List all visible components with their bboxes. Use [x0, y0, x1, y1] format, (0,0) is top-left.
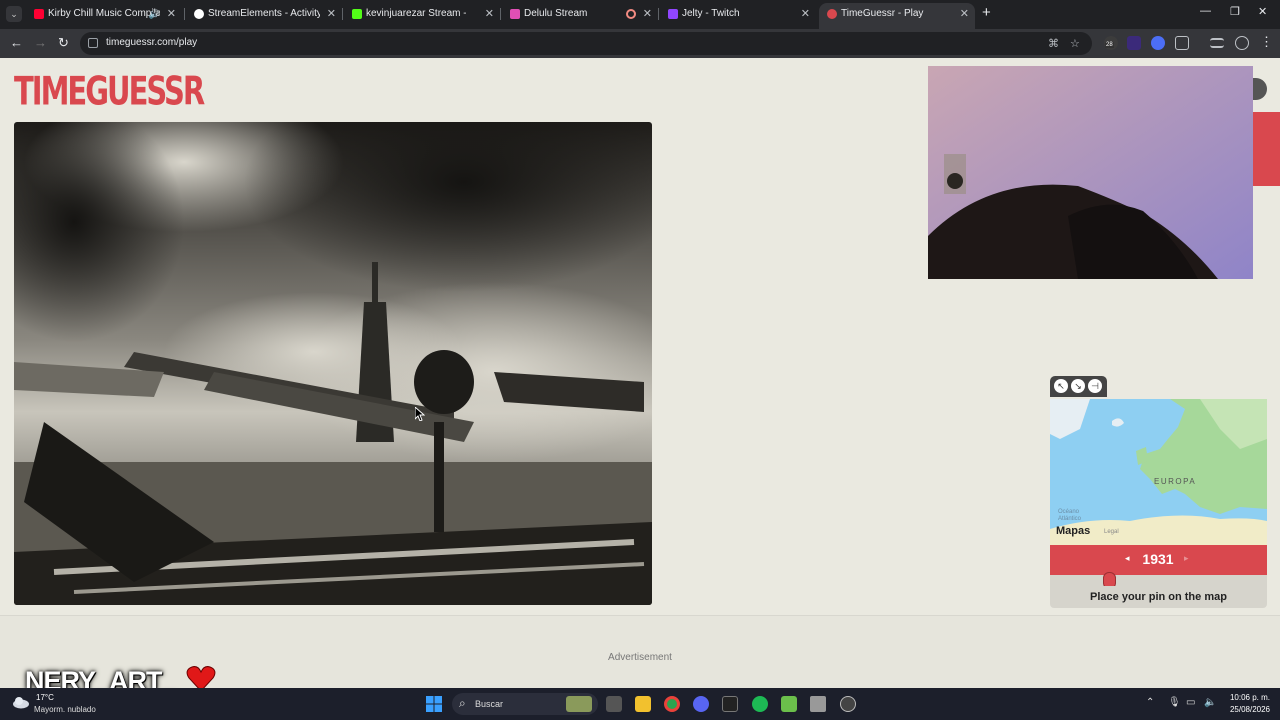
temperature: 17°C	[36, 693, 54, 702]
close-icon[interactable]: ✕	[643, 3, 652, 25]
year-selector: ◂ 1931 ▸	[1050, 545, 1267, 575]
media-control-icon[interactable]	[1210, 38, 1224, 48]
clock-time: 10:06 p. m.	[1229, 693, 1270, 702]
streamer-webcam	[928, 66, 1253, 279]
close-icon[interactable]: ✕	[485, 3, 494, 25]
system-clock[interactable]: 10:06 p. m. 25/08/2026	[1220, 692, 1270, 716]
mouse-cursor-icon	[415, 407, 425, 421]
forward-icon[interactable]: →	[34, 35, 47, 50]
reload-icon[interactable]: ↻	[58, 35, 69, 51]
file-explorer-icon[interactable]	[635, 696, 651, 712]
delulu-icon	[510, 9, 520, 19]
tab-title: Kirby Chill Music Compilation	[48, 8, 160, 19]
close-icon[interactable]: ✕	[327, 3, 336, 25]
tab-strip: ⌄ Kirby Chill Music Compilation 🔊 ✕ Stre…	[0, 0, 1280, 29]
url-text: timeguessr.com/play	[106, 37, 198, 48]
search-highlight-icon	[566, 696, 592, 712]
tab-twitch[interactable]: Jelty - Twitch ✕	[660, 3, 816, 29]
timeguessr-logo[interactable]: TIMEGUESSR	[14, 68, 205, 122]
tab-delulu[interactable]: Delulu Stream ✕	[502, 3, 658, 29]
discord-icon[interactable]	[693, 696, 709, 712]
cloudy-weather-icon[interactable]	[12, 695, 30, 709]
spotify-icon[interactable]	[752, 696, 768, 712]
shrink-map-icon[interactable]: ↘	[1071, 379, 1085, 393]
windows-start-icon[interactable]	[426, 696, 442, 712]
browser-toolbar: ← → ↻ timeguessr.com/play ⌘ ☆ 28 ⋮	[0, 29, 1280, 58]
tab-kirby[interactable]: Kirby Chill Music Compilation 🔊 ✕	[26, 3, 182, 29]
volume-icon[interactable]: 🔈	[1204, 697, 1216, 708]
tab-streamelements[interactable]: StreamElements - Activity feed ✕	[186, 3, 342, 29]
tab-kick[interactable]: kevinjuarezar Stream - Watch Live ✕	[344, 3, 500, 29]
kick-icon	[352, 9, 362, 19]
apple-maps-attribution: Mapas	[1056, 525, 1091, 537]
speaker-icon[interactable]: 🔊	[149, 3, 160, 25]
pin-map-icon[interactable]: ⊣	[1088, 379, 1102, 393]
tray-expand-icon[interactable]: ⌃	[1146, 697, 1154, 708]
extension-badge: 28	[1105, 42, 1114, 48]
taskbar-search[interactable]: ⌕ Buscar	[452, 693, 598, 715]
twitch-icon	[668, 9, 678, 19]
task-view-icon[interactable]	[606, 696, 622, 712]
extension-icon[interactable]	[1151, 36, 1165, 50]
address-bar[interactable]: timeguessr.com/play ⌘ ☆	[80, 32, 1092, 55]
app-icon[interactable]	[810, 696, 826, 712]
bookmark-star-icon[interactable]: ☆	[1070, 37, 1080, 50]
expand-map-icon[interactable]: ↖	[1054, 379, 1068, 393]
microphone-icon[interactable]: 🎙	[1168, 697, 1181, 708]
site-info-icon[interactable]	[88, 38, 98, 48]
tab-title: kevinjuarezar Stream - Watch Live	[366, 8, 466, 19]
year-increase-icon[interactable]: ▸	[1184, 553, 1189, 564]
close-icon[interactable]: ✕	[801, 3, 810, 25]
streamelements-icon	[194, 9, 204, 19]
recording-icon	[626, 9, 636, 19]
tab-title: TimeGuessr - Play	[841, 8, 924, 19]
windows-taskbar: 17°C Mayorm. nublado ⌕ Buscar ⌃ 🎙 ▭ 🔈 10…	[0, 688, 1280, 720]
profile-icon[interactable]	[1235, 36, 1249, 50]
clock-date: 25/08/2026	[1229, 705, 1270, 714]
network-icon[interactable]: ▭	[1186, 697, 1195, 708]
new-tab-button[interactable]: +	[982, 4, 991, 21]
year-slider[interactable]	[1050, 572, 1267, 589]
year-decrease-icon[interactable]: ◂	[1125, 553, 1130, 564]
search-placeholder: Buscar	[475, 699, 504, 709]
close-icon[interactable]: ✕	[960, 3, 969, 25]
historical-photo[interactable]	[14, 122, 652, 605]
advertisement-label: Advertisement	[608, 652, 672, 663]
search-icon: ⌕	[459, 696, 466, 710]
side-tab-red[interactable]	[1253, 112, 1280, 186]
menu-icon[interactable]: ⋮	[1260, 34, 1273, 50]
close-window-icon[interactable]: ✕	[1258, 5, 1267, 18]
page-content: TIMEGUESSR ↖ ↘ ⊣ EUROPA Océano Atlántico…	[0, 58, 1280, 688]
side-tab-grey[interactable]	[1253, 78, 1267, 100]
back-icon[interactable]: ←	[10, 35, 23, 50]
timeguessr-icon	[827, 9, 837, 19]
map-legal-link[interactable]: Legal	[1104, 529, 1119, 535]
selected-year: 1931	[1142, 551, 1174, 567]
guess-map[interactable]: EUROPA Océano Atlántico Mapas Legal	[1050, 399, 1267, 545]
translate-icon[interactable]: ⌘	[1048, 37, 1059, 50]
tab-search-button[interactable]: ⌄	[6, 6, 22, 22]
youtube-icon	[34, 9, 44, 19]
map-region-label: EUROPA	[1154, 477, 1197, 486]
close-icon[interactable]: ✕	[167, 3, 176, 25]
extension-icon[interactable]: 28	[1104, 36, 1118, 50]
minecraft-icon[interactable]	[781, 696, 797, 712]
extensions-puzzle-icon[interactable]	[1175, 36, 1189, 50]
map-toolbar: ↖ ↘ ⊣	[1050, 376, 1107, 397]
tab-title: Jelty - Twitch	[682, 8, 740, 19]
weather-condition: Mayorm. nublado	[34, 705, 96, 714]
tab-title: Delulu Stream	[524, 8, 588, 19]
obs-icon[interactable]	[840, 696, 856, 712]
tab-timeguessr[interactable]: TimeGuessr - Play ✕	[819, 3, 975, 29]
minimize-icon[interactable]: —	[1200, 5, 1211, 17]
app-icon[interactable]	[722, 696, 738, 712]
tab-title: StreamElements - Activity feed	[208, 8, 320, 19]
extension-icon[interactable]	[1127, 36, 1141, 50]
chrome-icon[interactable]	[664, 696, 680, 712]
restore-icon[interactable]: ❐	[1230, 5, 1240, 18]
map-ocean-label: Océano Atlántico	[1058, 509, 1082, 522]
place-pin-button[interactable]: Place your pin on the map	[1050, 586, 1267, 608]
